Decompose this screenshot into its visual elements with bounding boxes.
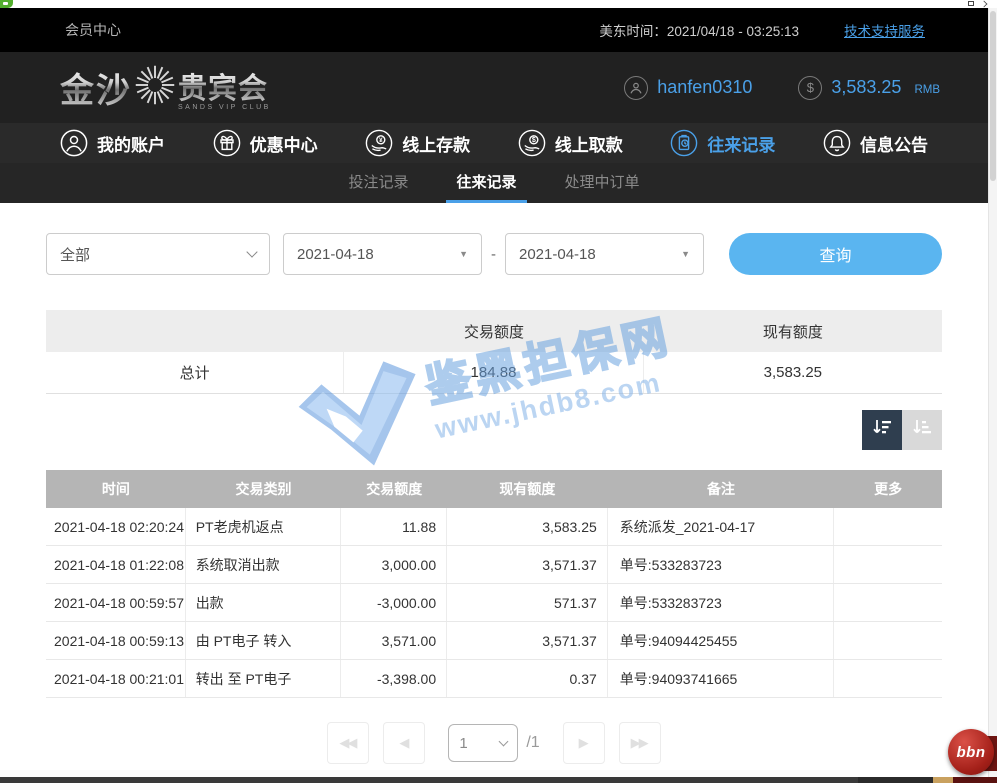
table-header-row: 时间 交易类别 交易额度 现有额度 备注 更多	[46, 470, 942, 508]
sort-ascending-button[interactable]	[902, 410, 942, 450]
nav-item-my-account[interactable]: 我的账户	[60, 129, 165, 157]
triangle-down-icon: ▼	[459, 249, 468, 259]
table-row: 2021-04-18 01:22:08 系统取消出款 3,000.00 3,57…	[46, 546, 942, 584]
summary-header-row: 交易额度 现有额度	[46, 310, 942, 352]
tab-betting-records[interactable]: 投注记录	[342, 163, 414, 203]
col-header-time: 时间	[46, 479, 186, 499]
site: 会员中心 美东时间：2021/04/18 - 03:25:13 技术支持服务 金…	[0, 8, 988, 783]
table-row: 2021-04-18 00:21:01 转出 至 PT电子 -3,398.00 …	[46, 660, 942, 698]
col-header-remark: 备注	[608, 479, 835, 499]
page: 会员中心 美东时间：2021/04/18 - 03:25:13 技术支持服务 金…	[0, 0, 997, 783]
last-page-button[interactable]: ▶▶	[619, 722, 661, 764]
nav-item-announcements[interactable]: 信息公告	[823, 129, 928, 157]
vertical-scrollbar[interactable]	[988, 8, 997, 783]
page-select[interactable]: 1	[448, 724, 518, 762]
logo-text-guibinhui: 贵宾会	[178, 65, 271, 107]
scrollbar-thumb[interactable]	[990, 11, 996, 181]
svg-text:$: $	[532, 137, 536, 144]
triangle-down-icon: ▼	[681, 249, 690, 259]
summary-transaction-total: 184.88	[344, 352, 643, 393]
balance-amount: 3,583.25	[831, 77, 901, 98]
col-header-amount: 交易额度	[341, 479, 447, 499]
user-icon	[60, 129, 88, 157]
deposit-icon: ¥	[365, 129, 393, 157]
chevron-down-icon	[499, 736, 509, 746]
sort-descending-icon	[871, 417, 893, 444]
green-app-icon	[0, 0, 13, 8]
sunburst-icon	[134, 64, 176, 111]
date-range-separator: -	[491, 246, 496, 263]
member-center-label: 会员中心	[65, 20, 121, 40]
summary-total-label: 总计	[46, 352, 344, 393]
page-total: /1	[526, 734, 539, 752]
table-row: 2021-04-18 00:59:57 出款 -3,000.00 571.37 …	[46, 584, 942, 622]
site-logo[interactable]: 金沙 贵宾会 SANDS VIP CLUB	[60, 63, 271, 112]
summary-table: 交易额度 现有额度 总计 184.88 3,583.25	[46, 310, 942, 394]
currency-label: RMB	[914, 80, 940, 96]
table-row: 2021-04-18 00:59:13 由 PT电子 转入 3,571.00 3…	[46, 622, 942, 660]
filter-bar: 全部 2021-04-18 ▼ - 2021-04-18 ▼ 查询	[46, 203, 942, 275]
chevron-down-icon	[246, 246, 257, 257]
pagination: ◀◀ ◀ 1 /1 ▶ ▶▶	[46, 722, 942, 783]
gift-icon	[213, 129, 241, 157]
main-nav: 我的账户 优惠中心 ¥	[0, 123, 988, 163]
col-header-more: 更多	[834, 479, 942, 499]
tab-transaction-records[interactable]: 往来记录	[450, 163, 522, 203]
sort-controls	[46, 410, 942, 450]
search-button[interactable]: 查询	[729, 233, 942, 275]
col-header-type: 交易类别	[186, 479, 342, 499]
window-control-icons[interactable]	[968, 1, 987, 7]
first-page-button[interactable]: ◀◀	[327, 722, 369, 764]
header: 金沙 贵宾会 SANDS VIP CLUB	[0, 52, 988, 123]
username[interactable]: hanfen0310	[657, 77, 752, 98]
transactions-table: 时间 交易类别 交易额度 现有额度 备注 更多 2021-04-18 02:20…	[46, 470, 942, 698]
logo-text-jinsha: 金沙	[60, 63, 132, 112]
next-page-button[interactable]: ▶	[563, 722, 605, 764]
logo-caption: SANDS VIP CLUB	[178, 104, 271, 111]
user-icon	[624, 76, 648, 100]
withdraw-icon: $	[518, 129, 546, 157]
dollar-icon: $	[798, 76, 822, 100]
type-select[interactable]: 全部	[46, 233, 270, 275]
username-group[interactable]: hanfen0310	[624, 76, 752, 100]
bell-icon	[823, 129, 851, 157]
svg-text:¥: ¥	[379, 137, 383, 144]
records-icon	[670, 129, 698, 157]
browser-edge	[0, 0, 997, 8]
summary-balance-total: 3,583.25	[644, 352, 942, 393]
sort-descending-button[interactable]	[862, 410, 902, 450]
prev-page-button[interactable]: ◀	[383, 722, 425, 764]
table-row: 2021-04-18 02:20:24 PT老虎机返点 11.88 3,583.…	[46, 508, 942, 546]
topbar: 会员中心 美东时间：2021/04/18 - 03:25:13 技术支持服务	[0, 8, 988, 52]
restore-icon[interactable]	[968, 1, 974, 6]
arrow-icon[interactable]	[981, 1, 988, 8]
tab-pending-orders[interactable]: 处理中订单	[559, 163, 646, 203]
bottom-strip	[0, 777, 997, 783]
summary-total-row: 总计 184.88 3,583.25	[46, 352, 942, 394]
nav-item-promotions[interactable]: 优惠中心	[213, 129, 318, 157]
sub-nav: 投注记录 往来记录 处理中订单	[0, 163, 988, 203]
user-info: hanfen0310 $ 3,583.25 RMB	[624, 76, 940, 100]
balance-group[interactable]: $ 3,583.25 RMB	[798, 76, 940, 100]
summary-header-transaction: 交易额度	[344, 310, 643, 352]
date-from-picker[interactable]: 2021-04-18 ▼	[283, 233, 482, 275]
nav-item-deposit[interactable]: ¥ 线上存款	[365, 129, 470, 157]
date-to-picker[interactable]: 2021-04-18 ▼	[505, 233, 704, 275]
summary-header-balance: 现有额度	[644, 310, 942, 352]
nav-item-withdraw[interactable]: $ 线上取款	[518, 129, 623, 157]
tech-support-link[interactable]: 技术支持服务	[844, 20, 925, 40]
content: 全部 2021-04-18 ▼ - 2021-04-18 ▼ 查询 交易	[0, 203, 988, 783]
sort-ascending-icon	[911, 417, 933, 444]
col-header-balance: 现有额度	[447, 479, 608, 499]
server-time: 美东时间：2021/04/18 - 03:25:13	[599, 20, 799, 40]
summary-header-empty	[46, 310, 344, 352]
bbn-badge[interactable]: bbn	[948, 729, 994, 775]
nav-item-records[interactable]: 往来记录	[670, 129, 775, 157]
